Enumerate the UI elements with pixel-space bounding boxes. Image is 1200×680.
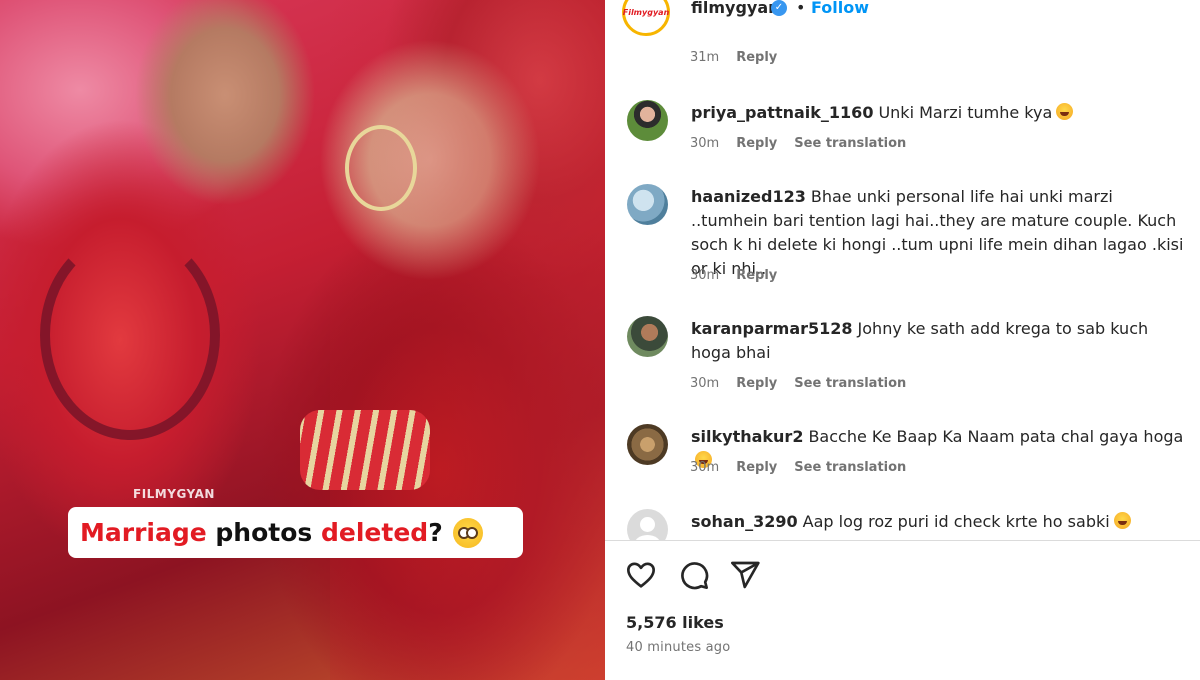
comment-username[interactable]: priya_pattnaik_1160 [691, 103, 873, 122]
comment-time: 31m [690, 50, 720, 65]
comment-time: 30m [690, 376, 720, 391]
comment-username[interactable]: karanparmar5128 [691, 319, 853, 338]
necklace-shape [40, 230, 220, 440]
comment-username[interactable]: sohan_3290 [691, 512, 798, 531]
comment-body: karanparmar5128 Johny ke sath add krega t… [691, 317, 1186, 365]
comment-body: haanized123 Bhae unki personal life hai u… [691, 185, 1186, 281]
comment-meta: 30m Reply See translation [690, 376, 906, 391]
caption-word-photos: photos [206, 518, 321, 547]
see-translation-button[interactable]: See translation [794, 136, 906, 151]
comment-body: sohan_3290 Aap log roz puri id check krte… [691, 510, 1186, 534]
reply-button[interactable]: Reply [736, 50, 777, 65]
brand-avatar[interactable]: Filmygyan [622, 0, 670, 36]
header-separator: • [796, 0, 806, 17]
comments-list[interactable]: 31m Reply priya_pattnaik_1160 Unki Marzi … [605, 36, 1200, 540]
verified-badge-icon: ✓ [771, 0, 787, 16]
comment-username[interactable]: silkythakur2 [691, 427, 803, 446]
heart-icon[interactable] [625, 559, 657, 591]
comment-time: 30m [690, 268, 720, 283]
share-icon[interactable] [729, 559, 761, 591]
reply-button[interactable]: Reply [736, 268, 777, 283]
comment-time: 30m [690, 136, 720, 151]
likes-count[interactable]: 5,576 likes [626, 613, 724, 632]
post-header: Filmygyan filmygyan ✓ • Follow [605, 0, 1200, 36]
comment-username[interactable]: haanized123 [691, 187, 806, 206]
comment-icon[interactable] [678, 559, 710, 591]
comment-meta: 31m Reply [690, 50, 777, 65]
reply-button[interactable]: Reply [736, 136, 777, 151]
see-translation-button[interactable]: See translation [794, 376, 906, 391]
flushed-face-icon [452, 517, 483, 548]
comments-panel: Filmygyan filmygyan ✓ • Follow 31m Reply… [605, 0, 1200, 680]
default-avatar-icon[interactable] [627, 509, 668, 540]
comment-time: 30m [690, 460, 720, 475]
reply-button[interactable]: Reply [736, 376, 777, 391]
commenter-avatar[interactable] [627, 424, 668, 465]
brand-logo-text: Filmygyan [622, 7, 670, 17]
post-timestamp: 40 minutes ago [626, 640, 731, 655]
comment-meta: 30m Reply [690, 268, 777, 283]
comment-body: priya_pattnaik_1160 Unki Marzi tumhe kya [691, 101, 1186, 125]
laugh-cry-emoji-icon [1113, 512, 1131, 529]
caption-word-deleted: deleted [321, 518, 429, 547]
caption-word-marriage: Marriage [80, 518, 207, 547]
comment-text: Unki Marzi tumhe kya [878, 103, 1053, 122]
header-username[interactable]: filmygyan [691, 0, 780, 17]
see-translation-button[interactable]: See translation [794, 460, 906, 475]
commenter-avatar[interactable] [627, 316, 668, 357]
comment-text: Bacche Ke Baap Ka Naam pata chal gaya ho… [808, 427, 1184, 446]
dupatta-overlay [330, 0, 605, 680]
post-actions [605, 555, 1200, 595]
comment-meta: 30m Reply See translation [690, 136, 906, 151]
reply-button[interactable]: Reply [736, 460, 777, 475]
commenter-avatar[interactable] [627, 184, 668, 225]
caption-question-mark: ? [428, 518, 443, 547]
panel-divider [605, 540, 1200, 541]
comment-text: Aap log roz puri id check krte ho sabki [802, 512, 1110, 531]
commenter-avatar[interactable] [627, 100, 668, 141]
nose-ring-shape [345, 125, 417, 211]
comment-meta: 30m Reply See translation [690, 460, 906, 475]
image-watermark: FILMYGYAN [133, 487, 215, 501]
follow-button[interactable]: Follow [811, 0, 869, 17]
bangles-shape [300, 410, 430, 490]
post-image[interactable]: FILMYGYAN Marriage photos deleted ? [0, 0, 605, 680]
laugh-cry-emoji-icon [1056, 103, 1074, 120]
image-caption-box: Marriage photos deleted ? [68, 507, 523, 558]
